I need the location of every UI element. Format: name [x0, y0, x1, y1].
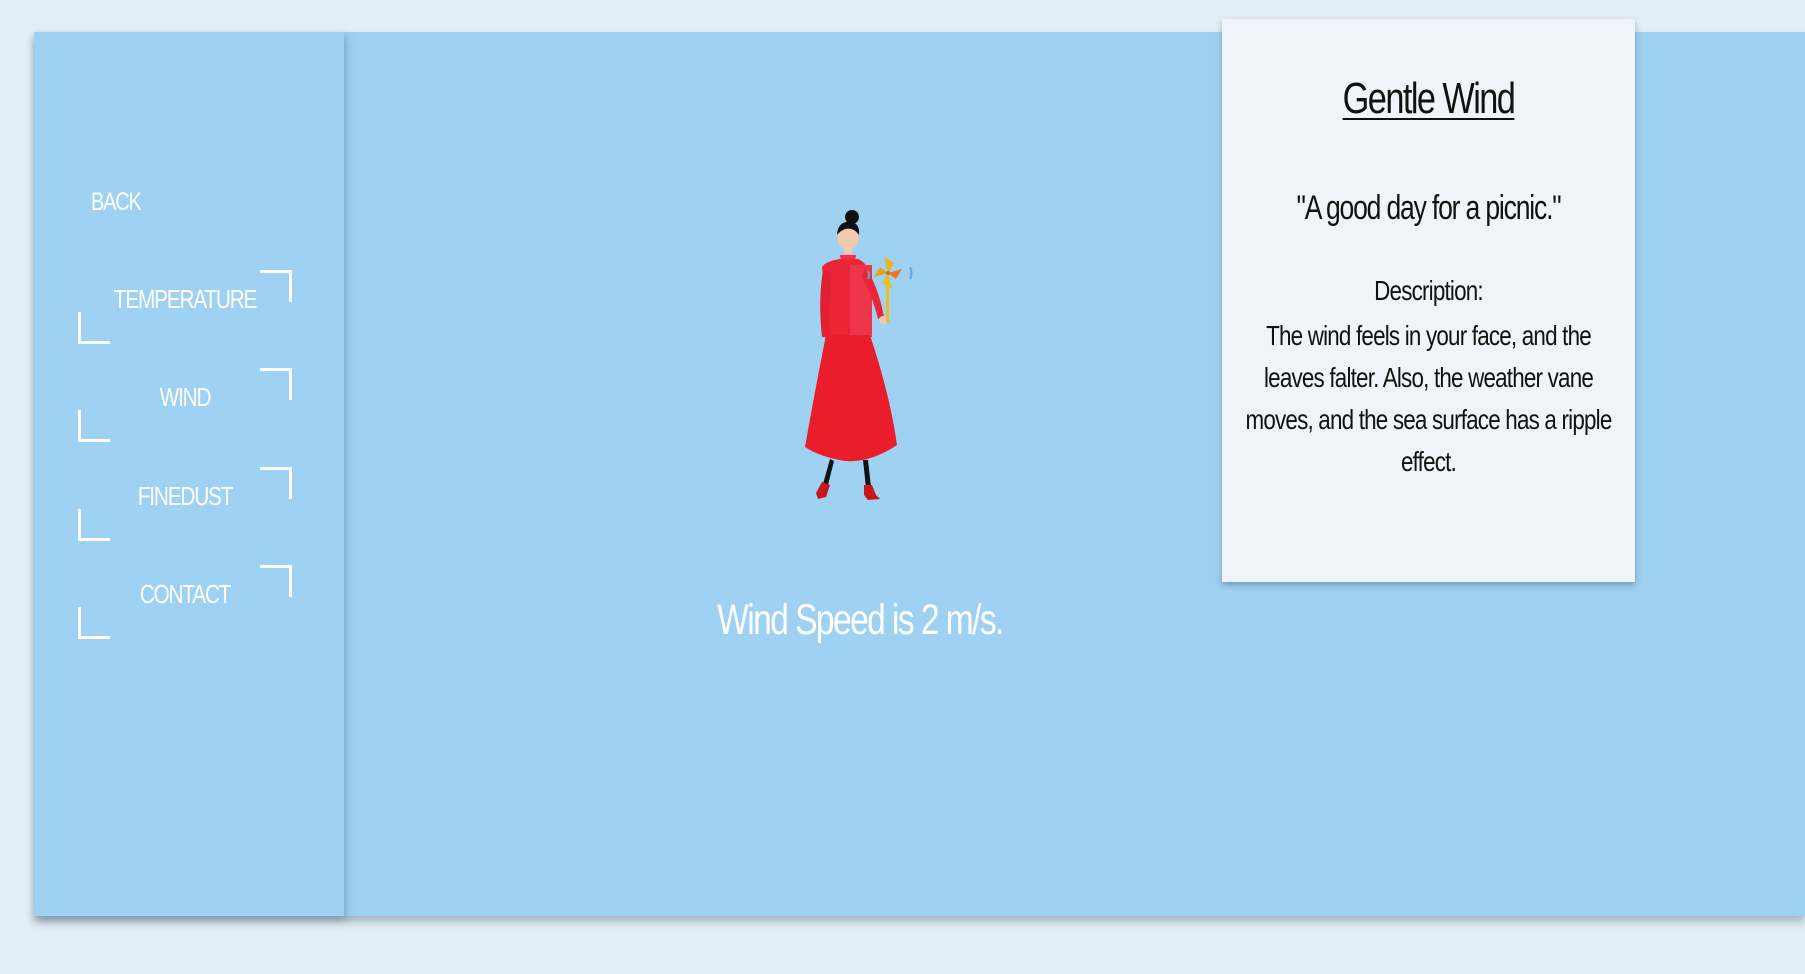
nav-item-wind[interactable]: WIND	[78, 368, 292, 442]
nav-item-finedust[interactable]: FINEDUST	[78, 467, 292, 541]
wind-speed-readout: Wind Speed is 2 m/s.	[717, 596, 1004, 644]
nav-item-temperature[interactable]: TEMPERATURE	[78, 270, 292, 344]
left-leg	[823, 459, 834, 485]
wind-mark-left	[867, 270, 870, 280]
info-card-title: Gentle Wind	[1342, 74, 1516, 123]
nav-item-contact[interactable]: CONTACT	[78, 565, 292, 639]
nav-item-label: WIND	[159, 382, 212, 412]
corner-bracket-bottom-left	[78, 410, 110, 442]
description-text: The wind feels in your face, and the lea…	[1245, 320, 1612, 477]
pinwheel-icon	[874, 257, 902, 289]
nav-item-label: CONTACT	[139, 579, 232, 609]
right-leg	[863, 460, 871, 488]
skirt	[805, 335, 897, 462]
info-card: Gentle Wind "A good day for a picnic." D…	[1222, 19, 1635, 582]
wind-illustration	[760, 205, 960, 505]
left-shoe	[816, 482, 830, 499]
back-link[interactable]: BACK	[91, 188, 142, 217]
wind-mark-right	[909, 266, 913, 280]
description-label: Description:	[1374, 275, 1483, 306]
corner-bracket-bottom-left	[78, 509, 110, 541]
right-shoe	[864, 485, 880, 500]
woman-with-pinwheel-illustration	[805, 210, 913, 500]
corner-bracket-bottom-left	[78, 312, 110, 344]
nav-item-label: TEMPERATURE	[113, 284, 258, 314]
hand	[879, 316, 887, 324]
nav-item-label: FINEDUST	[137, 481, 234, 511]
corner-bracket-bottom-left	[78, 607, 110, 639]
info-card-quote: "A good day for a picnic."	[1296, 189, 1561, 227]
